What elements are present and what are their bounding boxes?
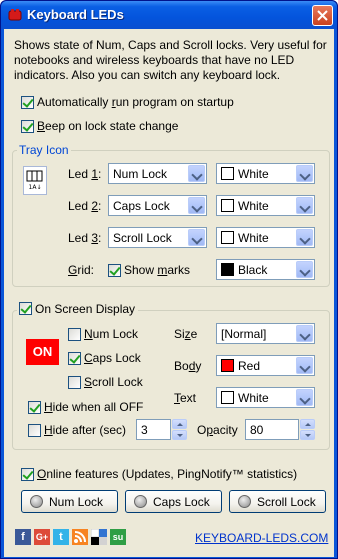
led-preview-icon: 1A↓	[26, 170, 43, 191]
description-text: Shows state of Num, Caps and Scroll lock…	[14, 38, 327, 82]
osd-scroll-lock-label: Scroll Lock	[84, 375, 143, 389]
spin-up-icon[interactable]	[172, 419, 187, 429]
osd-on-badge: ON	[26, 339, 59, 365]
hide-all-off-checkbox[interactable]	[28, 401, 41, 414]
chevron-down-icon[interactable]	[296, 197, 313, 214]
num-lock-button[interactable]: Num Lock	[21, 490, 118, 513]
osd-text-color-select[interactable]: White	[216, 387, 315, 408]
app-window: Keyboard LEDs Shows state of Num, Caps a…	[0, 0, 338, 559]
osd-caps-lock-label: Caps Lock	[84, 351, 141, 365]
osd-body-label: Body	[174, 359, 202, 373]
window-title: Keyboard LEDs	[27, 7, 124, 22]
dialog-body: Shows state of Num, Caps and Scroll lock…	[4, 29, 334, 557]
grid-label: Grid:	[68, 263, 95, 277]
hide-after-spinner[interactable]	[172, 419, 187, 440]
opacity-label: Opacity	[197, 423, 238, 437]
color-swatch	[221, 359, 234, 372]
google-plus-icon[interactable]: G+	[34, 529, 50, 545]
autorun-label: Automatically run program on startup	[37, 95, 234, 109]
hide-after-input[interactable]: 3	[136, 419, 171, 440]
chevron-down-icon[interactable]	[188, 197, 205, 214]
osd-size-select[interactable]: [Normal]	[216, 323, 315, 344]
show-marks-label: Show marks	[124, 263, 191, 277]
svg-text:1A↓: 1A↓	[29, 184, 42, 191]
led2-key-select[interactable]: Caps Lock	[108, 195, 207, 216]
chevron-down-icon[interactable]	[296, 325, 313, 342]
chevron-down-icon[interactable]	[296, 165, 313, 182]
app-keyboard-led-icon	[8, 9, 22, 21]
close-icon	[317, 10, 328, 21]
facebook-icon[interactable]: f	[15, 529, 31, 545]
stumbleupon-icon[interactable]: su	[110, 529, 126, 545]
color-swatch	[221, 263, 234, 276]
chevron-down-icon[interactable]	[296, 229, 313, 246]
led-off-icon	[134, 495, 147, 508]
opacity-input[interactable]: 80	[245, 419, 299, 440]
chevron-down-icon[interactable]	[296, 389, 313, 406]
hide-all-off-label: Hide when all OFF	[44, 400, 144, 414]
show-marks-checkbox[interactable]	[108, 264, 121, 277]
caps-lock-button[interactable]: Caps Lock	[125, 490, 222, 513]
led3-color-select[interactable]: White	[216, 227, 315, 248]
color-swatch	[221, 231, 234, 244]
led1-key-select[interactable]: Num Lock	[108, 163, 207, 184]
scroll-lock-button[interactable]: Scroll Lock	[229, 490, 326, 513]
led3-label: Led 3:	[68, 231, 102, 245]
spin-up-icon[interactable]	[300, 419, 315, 429]
osd-scroll-lock-checkbox[interactable]	[68, 376, 81, 389]
color-swatch	[221, 199, 234, 212]
twitter-icon[interactable]: t	[53, 529, 69, 545]
tray-preview-icon: 1A↓	[23, 166, 47, 195]
autorun-checkbox[interactable]	[21, 96, 34, 109]
led1-label: Led 1:	[68, 167, 102, 181]
color-swatch	[221, 391, 234, 404]
chevron-down-icon[interactable]	[296, 357, 313, 374]
osd-size-label: Size	[174, 327, 198, 341]
grid-color-select[interactable]: Black	[216, 259, 315, 280]
spin-down-icon[interactable]	[300, 430, 315, 440]
beep-checkbox[interactable]	[21, 120, 34, 133]
chevron-down-icon[interactable]	[296, 261, 313, 278]
online-features-label: Online features (Updates, PingNotify™ st…	[37, 467, 298, 481]
tray-icon-group-title: Tray Icon	[17, 143, 71, 157]
hide-after-label: Hide after (sec)	[44, 423, 127, 437]
website-link[interactable]: KEYBOARD-LEDS.COM	[195, 531, 328, 545]
led-off-icon	[30, 495, 43, 508]
chevron-down-icon[interactable]	[188, 165, 205, 182]
led2-color-select[interactable]: White	[216, 195, 315, 216]
rss-icon[interactable]	[72, 529, 88, 545]
osd-caps-lock-checkbox[interactable]	[68, 352, 81, 365]
title-bar[interactable]: Keyboard LEDs	[1, 1, 337, 29]
osd-num-lock-label: Num Lock	[84, 327, 139, 341]
spin-down-icon[interactable]	[172, 430, 187, 440]
osd-text-label: Text	[174, 391, 197, 405]
hide-after-checkbox[interactable]	[28, 424, 41, 437]
chevron-down-icon[interactable]	[188, 229, 205, 246]
osd-group-title: On Screen Display	[17, 302, 139, 316]
close-button[interactable]	[312, 5, 333, 26]
led2-label: Led 2:	[68, 199, 102, 213]
osd-num-lock-checkbox[interactable]	[68, 328, 81, 341]
osd-checkbox[interactable]	[19, 302, 32, 315]
led3-key-select[interactable]: Scroll Lock	[108, 227, 207, 248]
osd-body-color-select[interactable]: Red	[216, 355, 315, 376]
beep-label: Beep on lock state change	[37, 119, 179, 133]
color-swatch	[221, 167, 234, 180]
led-off-icon	[238, 495, 251, 508]
online-features-checkbox[interactable]	[21, 468, 34, 481]
opacity-spinner[interactable]	[300, 419, 315, 440]
led1-color-select[interactable]: White	[216, 163, 315, 184]
delicious-icon[interactable]	[90, 528, 107, 545]
